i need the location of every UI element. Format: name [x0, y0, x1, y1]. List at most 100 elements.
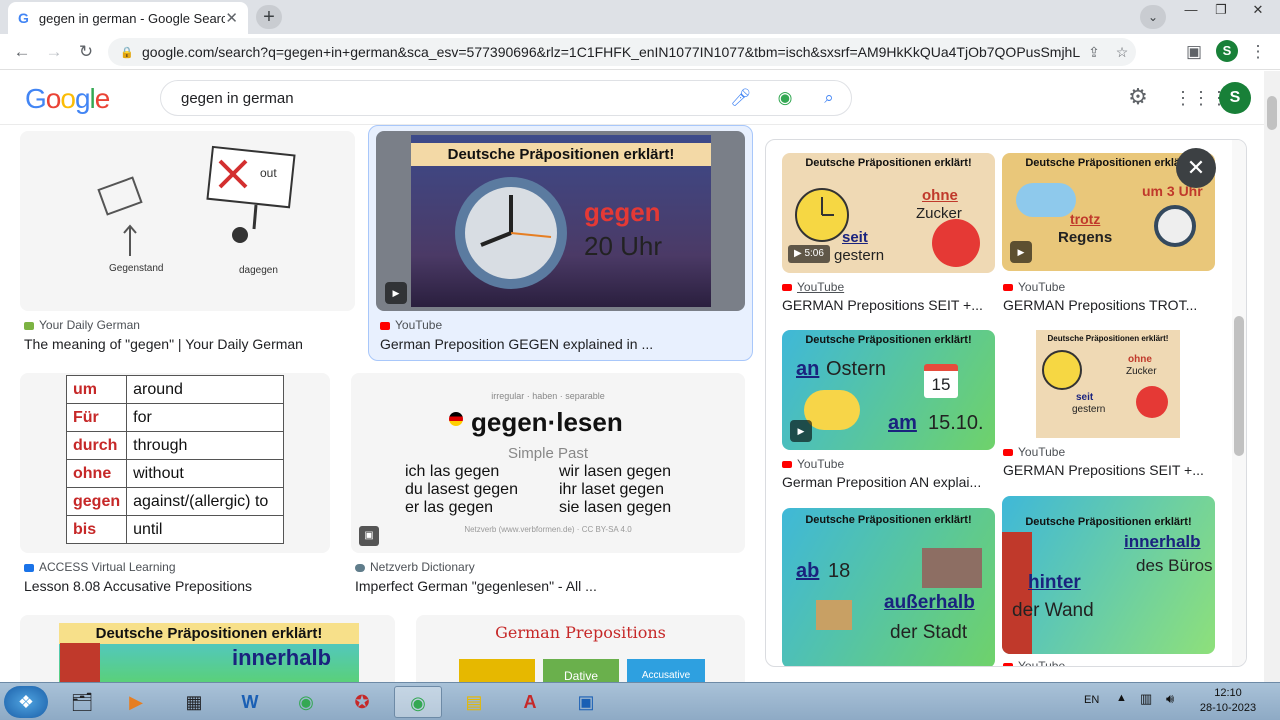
taskbar-app-icon[interactable]: 🗂︎ [58, 686, 106, 718]
word-der-stadt: der Stadt [890, 622, 968, 643]
result-source-1[interactable]: Your Daily German [24, 318, 140, 332]
browser-toolbar: ← → ↻ 🔒 google.com/search?q=gegen+in+ger… [0, 34, 1280, 70]
result-source-3[interactable]: ACCESS Virtual Learning [24, 560, 176, 574]
search-icon[interactable]: ⌕ [807, 88, 851, 108]
prepositions-table: um around Für for durch through ohne without geg… [65, 375, 284, 544]
panel-caption-4[interactable]: GERMAN Prepositions SEIT +... [1003, 462, 1213, 478]
panel-thumb-4[interactable]: Deutsche Präpositionen erklärt! ohne Zuc… [1002, 330, 1215, 438]
word-gestern: gestern [1072, 404, 1106, 415]
network-icon[interactable]: ▥ [1140, 691, 1152, 707]
forward-button[interactable]: → [42, 40, 66, 64]
calculator-icon[interactable]: ▦ [170, 686, 218, 718]
panel-thumb-3[interactable]: Deutsche Präpositionen erklärt! an Oster… [782, 330, 995, 450]
result-thumbnail-1[interactable]: Gegenstand dagegen out [20, 131, 355, 311]
word-an: an [796, 358, 820, 380]
img-label-out: out [260, 166, 277, 180]
video-title-text: Deutsche Präpositionen erklärt! [1047, 334, 1169, 343]
panel-thumb-1[interactable]: Deutsche Präpositionen erklärt! ohne Zuc… [782, 153, 995, 273]
prepositions-title: German Prepositions [495, 623, 666, 642]
result-caption-2[interactable]: German Preposition GEGEN explained in ..… [380, 336, 745, 352]
video-title-text: Deutsche Präpositionen erklärt! [411, 143, 711, 166]
account-avatar[interactable]: S [1219, 82, 1251, 114]
new-tab-button[interactable]: + [256, 5, 282, 29]
share-icon[interactable]: ⇪ [1080, 44, 1108, 61]
page-scrollbar[interactable] [1264, 71, 1280, 682]
tray-expand-icon[interactable]: ▲ [1116, 692, 1127, 704]
word-seit: seit [1076, 392, 1094, 403]
panel-source-4[interactable]: YouTube [1003, 445, 1065, 459]
result-caption-4[interactable]: Imperfect German "gegenlesen" - All ... [355, 578, 745, 594]
german-flag-icon [449, 412, 463, 426]
word-des-bueros: des Büros [1136, 556, 1213, 575]
back-button[interactable]: ← [10, 40, 34, 64]
pdf-reader-icon[interactable]: A [506, 686, 554, 718]
easter-eggs-illustration [804, 390, 860, 430]
panel-thumb-6[interactable]: Deutsche Präpositionen erklärt! innerhal… [1002, 496, 1215, 654]
start-button[interactable]: ❖ [4, 686, 48, 718]
chrome-icon[interactable]: ◉ [282, 686, 330, 718]
result-thumbnail-4[interactable]: irregular · haben · separable gegen·lese… [351, 373, 745, 553]
clock-icon [1154, 205, 1196, 247]
panel-scrollbar-thumb[interactable] [1234, 316, 1244, 456]
panel-source-2[interactable]: YouTube [1003, 280, 1065, 294]
file-explorer-icon[interactable]: ▤ [450, 686, 498, 718]
result-source-2[interactable]: YouTube [380, 318, 442, 332]
microphone-icon[interactable]: 🎤︎ [719, 88, 763, 108]
media-player-icon[interactable]: ▶ [112, 686, 160, 718]
panel-thumb-5[interactable]: Deutsche Präpositionen erklärt! ab 18 au… [782, 508, 995, 666]
result-thumbnail-6[interactable]: German Prepositions Dative Accusative [416, 615, 745, 682]
result-caption-1[interactable]: The meaning of "gegen" | Your Daily Germ… [24, 336, 354, 352]
word-icon[interactable]: W [226, 686, 274, 718]
related-videos-panel: Deutsche Präpositionen erklärt! ohne Zuc… [765, 139, 1247, 667]
preposition-de: durch [65, 431, 128, 460]
tab-search-button[interactable]: ⌄ [1140, 5, 1166, 29]
play-icon: ▶ [1010, 241, 1032, 263]
remote-desktop-icon[interactable]: ▣ [562, 686, 610, 718]
language-indicator[interactable]: EN [1084, 694, 1099, 706]
apps-grid-icon[interactable]: ⋮⋮⋮ [1174, 84, 1228, 112]
panel-source-6[interactable]: YouTube [1003, 659, 1065, 666]
search-box[interactable]: gegen in german 🎤︎ ◉ ⌕ [160, 80, 852, 116]
side-panel-icon[interactable]: ▣ [1182, 40, 1206, 64]
google-logo[interactable]: Google [25, 83, 110, 115]
minimize-button[interactable]: — [1176, 0, 1206, 22]
bookmark-star-icon[interactable]: ☆ [1108, 44, 1136, 61]
app-red-icon[interactable]: ✪ [338, 686, 386, 718]
word-regens: Regens [1058, 229, 1113, 246]
word-der-wand: der Wand [1012, 600, 1094, 621]
result-thumbnail-3[interactable]: um around Für for durch through ohne without geg… [20, 373, 330, 553]
color-block-yellow [459, 659, 535, 682]
panel-source-1[interactable]: YouTube [782, 280, 844, 294]
result-source-4[interactable]: Netzverb Dictionary [355, 560, 475, 574]
verb-title: gegen·lesen [471, 407, 623, 437]
result-caption-3[interactable]: Lesson 8.08 Accusative Prepositions [24, 578, 334, 594]
tab-title: gegen in german - Google Search [38, 10, 226, 26]
volume-icon[interactable]: 🔊︎ [1166, 691, 1174, 707]
chrome-active-icon[interactable]: ◉ [394, 686, 442, 718]
result-thumbnail-5[interactable]: Deutsche Präpositionen erklärt! innerhal… [20, 615, 395, 682]
play-icon: ▶ [385, 282, 407, 304]
close-window-button[interactable]: ✕ [1238, 0, 1278, 22]
page-scrollbar-thumb[interactable] [1267, 96, 1277, 130]
system-clock[interactable]: 12:10 28-10-2023 [1196, 686, 1260, 716]
address-bar[interactable]: 🔒 google.com/search?q=gegen+in+german&sc… [108, 38, 1136, 66]
lens-icon[interactable]: ◉ [763, 88, 807, 108]
rain-cloud-icon [1016, 183, 1076, 217]
search-query[interactable]: gegen in german [181, 90, 719, 107]
browser-tab[interactable]: G gegen in german - Google Search ✕ [8, 2, 248, 34]
dative-block: Dative [543, 659, 619, 682]
word-ohne: ohne [1128, 354, 1152, 365]
profile-avatar[interactable]: S [1216, 40, 1238, 62]
panel-caption-1[interactable]: GERMAN Prepositions SEIT +... [782, 297, 992, 313]
chrome-menu-icon[interactable]: ⋮ [1246, 40, 1270, 64]
panel-caption-3[interactable]: German Preposition AN explai... [782, 474, 992, 490]
result-thumbnail-2[interactable]: Deutsche Präpositionen erklärt! gegen 20… [376, 131, 745, 311]
reload-button[interactable]: ↻ [74, 40, 98, 64]
close-icon[interactable]: ✕ [1176, 148, 1216, 188]
panel-caption-2[interactable]: GERMAN Prepositions TROT... [1003, 297, 1213, 313]
restore-button[interactable]: ❐ [1206, 0, 1236, 22]
panel-source-3[interactable]: YouTube [782, 457, 844, 471]
brick-wall-illustration [60, 643, 100, 682]
close-tab-icon[interactable]: ✕ [225, 9, 238, 27]
settings-gear-icon[interactable]: ⚙ [1124, 84, 1152, 112]
